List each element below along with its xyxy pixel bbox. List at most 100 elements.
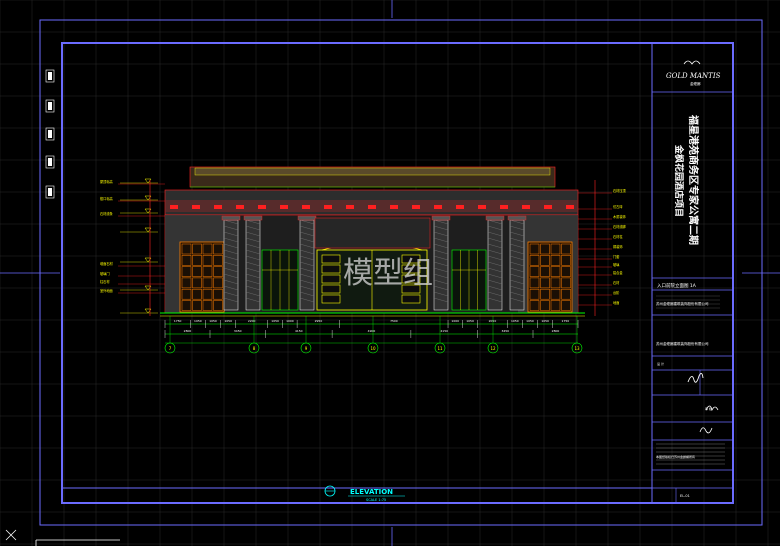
dim-value-top: 1050: [209, 319, 217, 323]
band-ornament: [456, 205, 464, 209]
left-note-text: 屋顶标高: [100, 179, 113, 184]
dim-value-top: 7500: [390, 319, 398, 323]
band-ornament: [434, 205, 442, 209]
band-ornament: [236, 205, 244, 209]
ucs-icon: [5, 529, 120, 546]
notes-text: 本图纸版权归苏州金螳螂所有: [656, 454, 695, 459]
right-annotations: 石材压顶仿古砖木质装饰石材线脚石材柱铜装饰门套玻璃铝合金石材台阶地面: [578, 188, 627, 306]
axis-label: 12: [490, 346, 496, 351]
column-capital: [507, 215, 527, 221]
left-window: [179, 241, 225, 313]
axis-label: 10: [370, 346, 376, 351]
dim-value-top: 2200: [248, 319, 256, 323]
band-ornament: [368, 205, 376, 209]
right-note-text: 铜装饰: [613, 244, 623, 249]
dim-value-bottom: 3450: [234, 329, 242, 333]
right-note-text: 石材柱: [613, 234, 623, 239]
dim-value-bottom: 4900: [368, 329, 376, 333]
dim-value-top: 1000: [286, 319, 294, 323]
door-panel: [321, 274, 341, 284]
band-ornament: [258, 205, 266, 209]
door-panel: [321, 264, 341, 274]
dim-value-top: 1000: [451, 319, 459, 323]
gold-mantis-logo: GOLD MANTIS 金螳螂: [666, 60, 721, 86]
signature-1: [687, 373, 704, 383]
door-panel: [321, 254, 341, 264]
column-capital: [431, 215, 451, 221]
column: [223, 219, 239, 311]
band-ornament: [522, 205, 530, 209]
right-note-text: 仿古砖: [613, 204, 623, 209]
dim-value-top: 1050: [224, 319, 232, 323]
elevation-title: ELEVATION: [350, 488, 393, 496]
cad-drawing-canvas[interactable]: 模型组 屋顶标高檐口标高石材线条墙面石材玻璃门柱石材室外地面 石材压顶仿古砖木质…: [0, 0, 780, 546]
dimension-strings: 1750 1050 1050 1050 2200 1050 1000 2950 7500 1000…: [164, 319, 579, 338]
project-name: 福星港苑商务区专家公寓二期: [687, 114, 700, 245]
scale-label: SCALE 1:75: [366, 498, 386, 502]
door-panel: [321, 294, 341, 304]
left-note-text: 墙面石材: [100, 261, 114, 266]
title-block-filler-lines: [656, 295, 725, 465]
dim-value-bottom: 3450: [501, 329, 509, 333]
watermark-text: 模型组: [343, 256, 433, 291]
dim-value-top: 2950: [315, 319, 323, 323]
dim-value-top: 1050: [541, 319, 549, 323]
sheet-left-markers: [45, 69, 55, 199]
dim-value-top: 1050: [194, 319, 202, 323]
title-block[interactable]: GOLD MANTIS 金螳螂 福星港苑商务区专家公寓二期 金枫花园酒店项目 入…: [652, 60, 733, 503]
band-ornament: [412, 205, 420, 209]
dim-value-top: 1050: [271, 319, 279, 323]
right-note-text: 木质装饰: [613, 214, 626, 219]
drawing-title: 入口前院立面图 1A: [657, 282, 697, 289]
dim-value-top: 1050: [526, 319, 534, 323]
band-ornament: [280, 205, 288, 209]
band-ornament: [390, 205, 398, 209]
right-note-text: 铝合金: [613, 270, 623, 275]
sign-label: 设 计: [657, 361, 664, 366]
band-ornament: [214, 205, 222, 209]
band-ornament: [192, 205, 200, 209]
dim-value-top: 1050: [511, 319, 519, 323]
right-window: [527, 241, 573, 313]
band-ornament: [566, 205, 574, 209]
right-note-text: 玻璃: [613, 262, 620, 267]
axis-label: 8: [253, 346, 256, 351]
column: [299, 219, 315, 311]
left-note-text: 石材线条: [100, 211, 114, 216]
band-ornament: [302, 205, 310, 209]
logo-text: GOLD MANTIS: [666, 72, 721, 80]
band-ornament: [324, 205, 332, 209]
right-note-text: 石材: [613, 280, 620, 285]
dim-value-top: 1750: [174, 319, 182, 323]
band-ornament: [346, 205, 354, 209]
right-note-text: 石材压顶: [613, 188, 627, 193]
door-panel: [321, 284, 341, 294]
left-note-text: 柱石材: [100, 279, 110, 284]
left-annotations: 屋顶标高檐口标高石材线条墙面石材玻璃门柱石材室外地面: [100, 179, 165, 294]
band-ornament: [544, 205, 552, 209]
right-note-text: 石材线脚: [613, 224, 626, 229]
company-name-1: 苏州金螳螂建筑装饰股份有限公司: [656, 301, 709, 306]
column-capital: [485, 215, 505, 221]
band-ornament: [170, 205, 178, 209]
axis-label: 9: [305, 346, 308, 351]
axis-label: 11: [437, 346, 443, 351]
company-name-2: 苏州金螳螂建筑装饰股份有限公司: [656, 341, 709, 346]
logo-subtext: 金螳螂: [690, 81, 701, 86]
axis-label: 13: [574, 346, 580, 351]
dim-value-bottom: 4150: [295, 329, 303, 333]
column: [433, 219, 449, 311]
right-note-text: 门套: [613, 254, 620, 259]
left-note-text: 檐口标高: [100, 196, 113, 201]
left-note-text: 室外地面: [100, 288, 113, 293]
project-subname: 金枫花园酒店项目: [673, 144, 685, 217]
axis-label: 7: [169, 346, 172, 351]
column: [509, 219, 525, 311]
band-ornament: [478, 205, 486, 209]
door-panel: [401, 294, 421, 304]
column-capital: [297, 215, 317, 221]
band-ornament: [500, 205, 508, 209]
dim-value-top: 1050: [466, 319, 474, 323]
dim-value-bottom: 2800: [552, 329, 560, 333]
dim-value-top: 1750: [562, 319, 570, 323]
